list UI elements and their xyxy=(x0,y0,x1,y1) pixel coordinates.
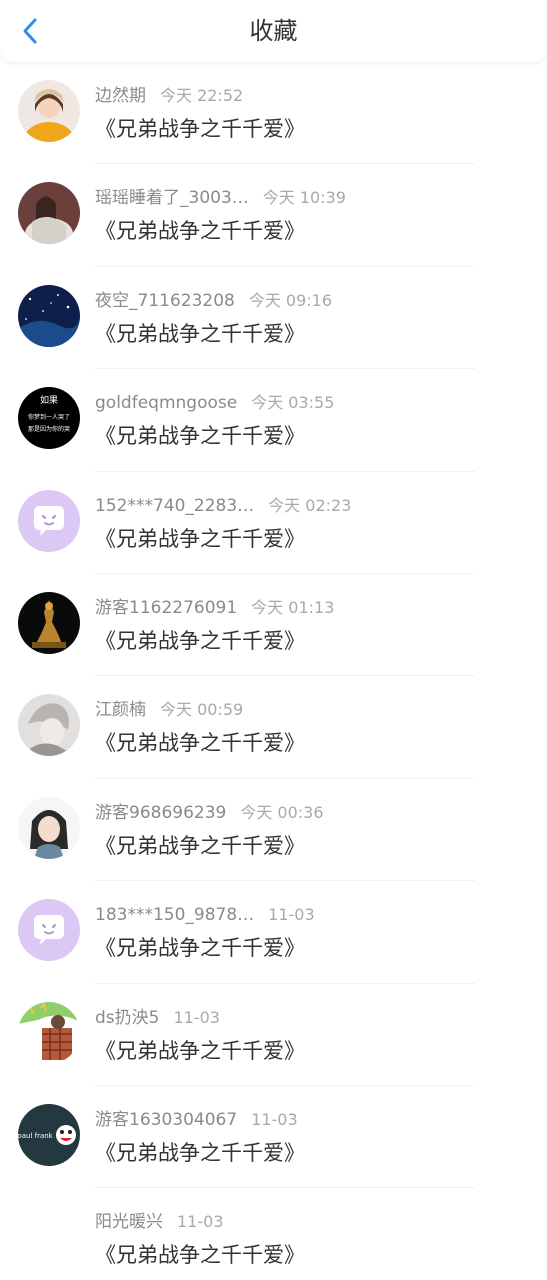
list-item[interactable]: 江颜楠 今天 00:59 《兄弟战争之千千爱》 xyxy=(0,676,547,779)
timestamp: 今天 00:59 xyxy=(160,700,244,720)
avatar[interactable] xyxy=(18,284,80,347)
avatar[interactable]: 如果 你梦到一人哭了 那是因为你的哭 xyxy=(18,387,80,450)
username: 瑶瑶睡着了_3003… xyxy=(95,188,249,209)
list-item[interactable]: paul frank 游客1630304067 11-03 《兄弟战争之千千爱》 xyxy=(0,1086,547,1189)
book-title[interactable]: 《兄弟战争之千千爱》 xyxy=(95,114,305,144)
username: 152***740_2283… xyxy=(95,495,255,516)
list-item[interactable]: 游客968696239 今天 00:36 《兄弟战争之千千爱》 xyxy=(0,779,547,882)
avatar[interactable] xyxy=(18,899,80,962)
book-title[interactable]: 《兄弟战争之千千爱》 xyxy=(95,1138,305,1168)
chat-bubble-icon xyxy=(18,489,80,552)
list-item[interactable]: 边然期 今天 22:52 《兄弟战争之千千爱》 xyxy=(0,62,547,165)
list-item[interactable]: 夜空_711623208 今天 09:16 《兄弟战争之千千爱》 xyxy=(0,267,547,370)
avatar[interactable] xyxy=(18,489,80,552)
avatar[interactable] xyxy=(18,1001,80,1064)
username: 夜空_711623208 xyxy=(95,290,235,311)
username: 183***150_9878… xyxy=(95,905,255,926)
avatar[interactable] xyxy=(18,694,80,757)
timestamp: 今天 00:36 xyxy=(240,802,324,822)
username: 江颜楠 xyxy=(95,700,146,721)
avatar[interactable] xyxy=(18,1206,80,1269)
timestamp: 今天 01:13 xyxy=(251,597,335,617)
timestamp: 今天 22:52 xyxy=(160,86,244,105)
username: 游客968696239 xyxy=(95,802,227,823)
avatar[interactable] xyxy=(18,182,80,245)
username: ds扔泱5 xyxy=(95,1007,160,1028)
book-title[interactable]: 《兄弟战争之千千爱》 xyxy=(95,524,305,554)
avatar[interactable] xyxy=(18,591,80,654)
list-item[interactable]: 如果 你梦到一人哭了 那是因为你的哭 goldfeqmngoose 今天 03:5… xyxy=(0,369,547,472)
username: 游客1162276091 xyxy=(95,597,238,618)
top-bar: 收藏 xyxy=(0,0,547,62)
timestamp: 11-03 xyxy=(177,1212,224,1232)
book-title[interactable]: 《兄弟战争之千千爱》 xyxy=(95,1036,305,1066)
timestamp: 11-03 xyxy=(268,905,315,925)
chat-bubble-icon xyxy=(18,899,80,962)
page-title: 收藏 xyxy=(249,17,298,45)
avatar[interactable]: paul frank xyxy=(18,1103,80,1166)
timestamp: 今天 09:16 xyxy=(248,290,333,310)
timestamp: 今天 03:55 xyxy=(251,393,335,413)
username: 边然期 xyxy=(95,86,146,106)
favorites-list: 边然期 今天 22:52 《兄弟战争之千千爱》 瑶瑶睡着了_3003… 今天 10:… xyxy=(0,62,547,1280)
book-title[interactable]: 《兄弟战争之千千爱》 xyxy=(95,626,305,656)
logo-text: paul frank xyxy=(18,1132,54,1140)
avatar[interactable] xyxy=(18,796,80,859)
avatar[interactable] xyxy=(18,80,80,142)
timestamp: 11-03 xyxy=(251,1109,298,1129)
timestamp: 11-03 xyxy=(173,1007,220,1027)
list-item[interactable]: 瑶瑶睡着了_3003… 今天 10:39 《兄弟战争之千千爱》 xyxy=(0,164,547,267)
list-item[interactable]: 183***150_9878… 11-03 《兄弟战争之千千爱》 xyxy=(0,881,547,984)
book-title[interactable]: 《兄弟战争之千千爱》 xyxy=(95,1240,305,1270)
book-title[interactable]: 《兄弟战争之千千爱》 xyxy=(95,216,305,246)
username: 游客1630304067 xyxy=(95,1109,238,1130)
book-title[interactable]: 《兄弟战争之千千爱》 xyxy=(95,831,305,861)
book-title[interactable]: 《兄弟战争之千千爱》 xyxy=(95,728,305,758)
avatar-text: 如果 xyxy=(40,394,58,406)
book-title[interactable]: 《兄弟战争之千千爱》 xyxy=(95,933,305,963)
username: goldfeqmngoose xyxy=(95,393,238,414)
avatar-text: 那是因为你的哭 xyxy=(28,425,70,433)
timestamp: 今天 02:23 xyxy=(268,495,352,515)
list-item[interactable]: 游客1162276091 今天 01:13 《兄弟战争之千千爱》 xyxy=(0,574,547,677)
book-title[interactable]: 《兄弟战争之千千爱》 xyxy=(95,319,305,349)
avatar-text: 你梦到一人哭了 xyxy=(28,413,70,421)
timestamp: 今天 10:39 xyxy=(262,188,346,208)
list-item[interactable]: 阳光暖兴 11-03 《兄弟战争之千千爱》 xyxy=(0,1188,547,1280)
list-item[interactable]: 152***740_2283… 今天 02:23 《兄弟战争之千千爱》 xyxy=(0,472,547,574)
username: 阳光暖兴 xyxy=(95,1212,163,1233)
book-title[interactable]: 《兄弟战争之千千爱》 xyxy=(95,421,305,451)
list-item[interactable]: ds扔泱5 11-03 《兄弟战争之千千爱》 xyxy=(0,984,547,1086)
